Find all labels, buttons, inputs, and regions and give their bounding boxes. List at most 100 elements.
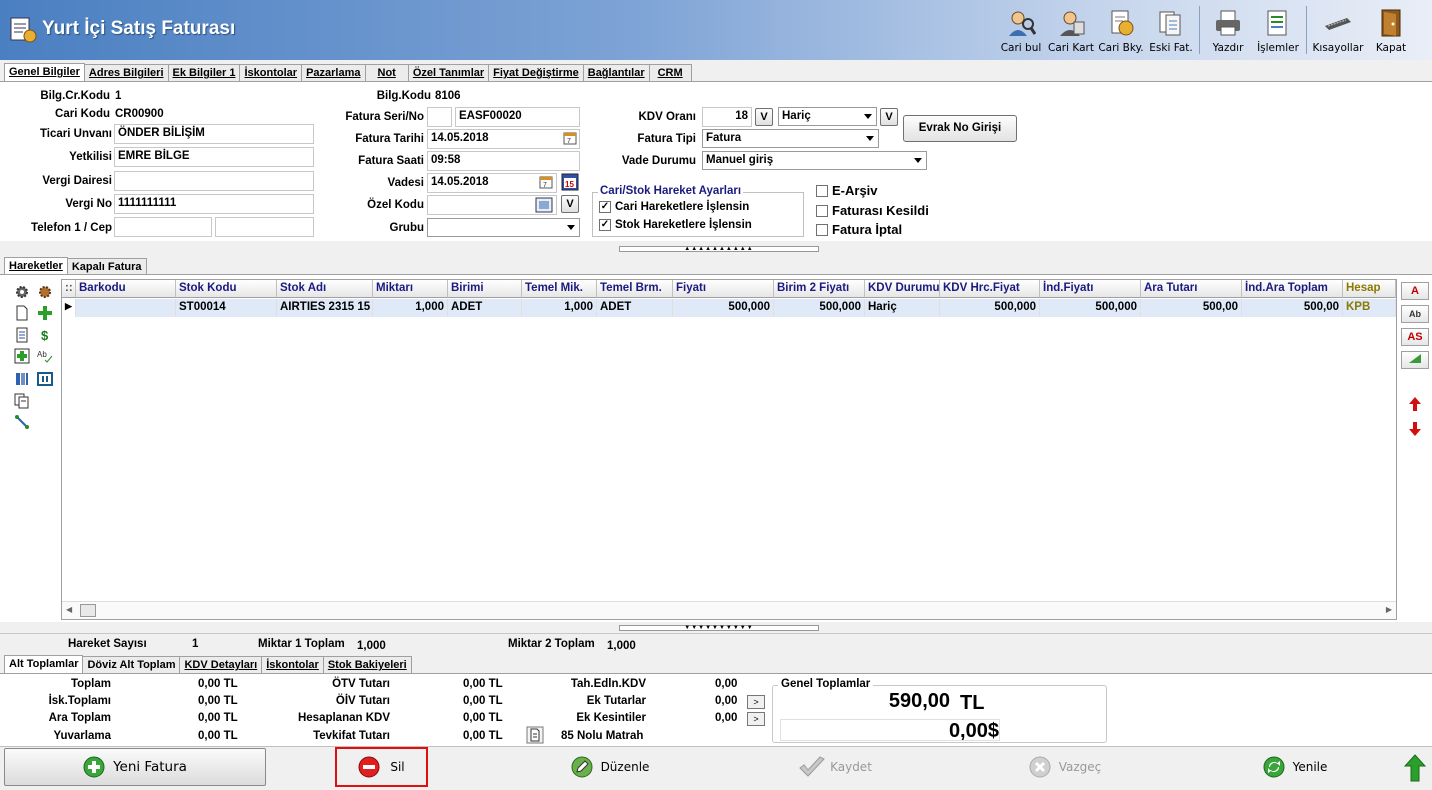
as-button[interactable]: AS [1401, 328, 1429, 346]
col-stok-kodu[interactable]: Stok Kodu [176, 280, 277, 298]
col-birim2-fiyati[interactable]: Birim 2 Fiyatı [774, 280, 865, 298]
col-hesap[interactable]: Hesap [1343, 280, 1396, 298]
font-a-button[interactable]: A [1401, 282, 1429, 300]
kapat-button[interactable]: Kapat [1366, 2, 1416, 58]
faturasi-kesildi-checkbox[interactable]: Faturası Kesildi [816, 203, 929, 218]
col-ind-ara-toplam[interactable]: İnd.Ara Toplam [1242, 280, 1343, 298]
lookup-icon[interactable] [535, 196, 553, 214]
col-temel-mik[interactable]: Temel Mik. [522, 280, 597, 298]
vadesi-field[interactable]: 14.05.2018 [427, 173, 557, 193]
horizontal-scrollbar[interactable]: ◀ ▶ [62, 601, 1396, 619]
cell-miktari[interactable]: 1,000 [373, 299, 448, 317]
yetkilisi-field[interactable]: EMRE BİLGE [114, 147, 314, 167]
checkbox-unchecked[interactable] [816, 184, 828, 197]
new-document-icon[interactable] [14, 305, 30, 321]
cari-kart-button[interactable]: Cari Kart [1046, 2, 1096, 58]
vade-durumu-select[interactable]: Manuel giriş [702, 151, 927, 170]
cell-barkodu[interactable] [76, 299, 176, 317]
scroll-left-icon[interactable]: ◀ [66, 605, 72, 614]
arrow-up-green-icon[interactable] [1404, 754, 1426, 782]
telefon-field[interactable] [114, 217, 212, 237]
tab-alt-toplamlar[interactable]: Alt Toplamlar [4, 655, 84, 675]
spell-check-button[interactable]: Ab [1401, 305, 1429, 323]
yenile-button[interactable]: Yenile [1240, 748, 1350, 786]
add-row-icon[interactable] [14, 348, 30, 364]
chart-button[interactable] [1401, 351, 1429, 369]
vazgec-button[interactable]: Vazgeç [1010, 748, 1120, 786]
gear-icon[interactable] [14, 284, 30, 300]
columns-icon[interactable] [14, 371, 30, 387]
cell-kdv-durumu[interactable]: Hariç [865, 299, 940, 317]
kdv-mode-v-button[interactable]: V [880, 108, 898, 126]
tab-pazarlama[interactable]: Pazarlama [301, 64, 366, 82]
eski-fat-button[interactable]: Eski Fat. [1146, 2, 1196, 58]
col-stok-adi[interactable]: Stok Adı [277, 280, 373, 298]
kaydet-button[interactable]: Kaydet [780, 748, 890, 786]
grubu-select[interactable] [427, 218, 580, 237]
scroll-thumb[interactable] [80, 604, 96, 617]
cell-stok-adi[interactable]: AIRTIES 2315 15 [277, 299, 373, 317]
spell-check-icon[interactable]: Ab [37, 348, 53, 364]
tab-iskontolar-bottom[interactable]: İskontolar [261, 656, 324, 674]
fatura-tarihi-field[interactable]: 14.05.2018 [427, 129, 580, 149]
col-kdv-hrc-fiyat[interactable]: KDV Hrc.Fiyat [940, 280, 1040, 298]
cell-birim2-fiyati[interactable]: 500,000 [774, 299, 865, 317]
frame-icon[interactable] [37, 371, 53, 387]
tab-stok-bakiyeleri[interactable]: Stok Bakiyeleri [322, 656, 412, 674]
vergi-no-field[interactable]: 1111111111 [114, 194, 314, 214]
cell-ind-ara-toplam[interactable]: 500,00 [1242, 299, 1343, 317]
col-fiyati[interactable]: Fiyatı [673, 280, 774, 298]
stok-hareket-checkbox[interactable]: ✓ Stok Hareketlere İşlensin [599, 219, 752, 231]
arrow-down-icon[interactable] [1408, 421, 1422, 437]
items-grid[interactable]: :: Barkodu Stok Kodu Stok Adı Miktarı Bi… [61, 279, 1397, 620]
e-arsiv-checkbox[interactable]: E-Arşiv [816, 183, 878, 198]
fatura-seri-field[interactable] [427, 107, 452, 127]
cell-stok-kodu[interactable]: ST00014 [176, 299, 277, 317]
kisayollar-button[interactable]: Kısayollar [1310, 2, 1366, 58]
tab-iskontolar[interactable]: İskontolar [239, 64, 303, 82]
calendar-icon[interactable]: 7 [539, 175, 553, 189]
tab-not[interactable]: Not [364, 64, 409, 82]
document-lines-icon[interactable] [14, 327, 30, 343]
duzenle-button[interactable]: Düzenle [555, 748, 665, 786]
checkbox-checked[interactable]: ✓ [599, 219, 611, 231]
evrak-no-girisi-button[interactable]: Evrak No Girişi [903, 115, 1017, 142]
cari-bul-button[interactable]: Cari bul [996, 2, 1046, 58]
col-barkodu[interactable]: Barkodu [76, 280, 176, 298]
col-temel-brm[interactable]: Temel Brm. [597, 280, 673, 298]
cep-field[interactable] [215, 217, 314, 237]
calendar-15-icon[interactable]: 15 [561, 173, 579, 191]
cell-ara-tutari[interactable]: 500,00 [1141, 299, 1242, 317]
document-detail-icon[interactable] [526, 726, 544, 744]
scroll-right-icon[interactable]: ▶ [1386, 605, 1392, 614]
yazdir-button[interactable]: Yazdır [1203, 2, 1253, 58]
calendar-icon[interactable]: 7 [563, 131, 577, 145]
col-kdv-durumu[interactable]: KDV Durumu [865, 280, 940, 298]
fatura-iptal-checkbox[interactable]: Fatura İptal [816, 222, 902, 237]
cell-ind-fiyati[interactable]: 500,000 [1040, 299, 1141, 317]
genel-toplam-doviz-field[interactable]: 0,00$ [780, 719, 1000, 741]
cell-hesap[interactable]: KPB [1343, 299, 1396, 317]
arrow-up-icon[interactable] [1408, 396, 1422, 412]
col-birimi[interactable]: Birimi [448, 280, 522, 298]
yeni-fatura-button[interactable]: Yeni Fatura [4, 748, 266, 786]
col-ind-fiyati[interactable]: İnd.Fiyatı [1040, 280, 1141, 298]
cell-kdv-hrc-fiyat[interactable]: 500,000 [940, 299, 1040, 317]
islemler-button[interactable]: İşlemler [1253, 2, 1303, 58]
tab-ek-bilgiler-1[interactable]: Ek Bilgiler 1 [167, 64, 241, 82]
tab-doviz-alt-toplam[interactable]: Döviz Alt Toplam [82, 656, 181, 674]
tab-ozel-tanimlar[interactable]: Özel Tanımlar [407, 64, 490, 82]
tab-baglantilar[interactable]: Bağlantılar [582, 64, 650, 82]
fatura-saati-field[interactable]: 09:58 [427, 151, 580, 171]
ek-tutarlar-expand-button[interactable]: > [747, 695, 765, 709]
tab-adres-bilgileri[interactable]: Adres Bilgileri [83, 64, 169, 82]
col-miktari[interactable]: Miktarı [373, 280, 448, 298]
ticari-unvani-field[interactable]: ÖNDER BİLİŞİM [114, 124, 314, 144]
fatura-no-field[interactable]: EASF00020 [455, 107, 580, 127]
panel-splitter-top[interactable]: ▲▲▲▲▲▲▲▲▲▲ [619, 246, 819, 252]
panel-splitter-bottom[interactable]: ▼▼▼▼▼▼▼▼▼▼ [619, 625, 819, 631]
add-plus-icon[interactable] [37, 305, 53, 321]
sil-button[interactable]: Sil [335, 747, 428, 787]
fatura-tipi-select[interactable]: Fatura [702, 129, 879, 148]
kdv-orani-field[interactable]: 18 [702, 107, 752, 127]
